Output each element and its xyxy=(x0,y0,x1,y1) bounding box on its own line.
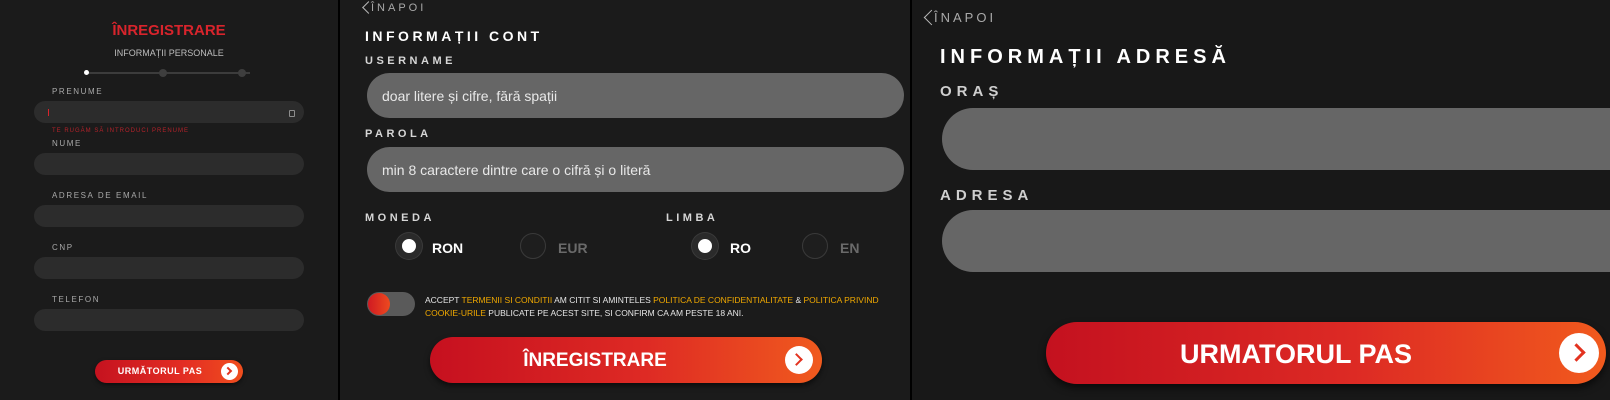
first-name-label: PRENUME xyxy=(52,87,104,96)
first-name-input[interactable] xyxy=(34,101,304,123)
cnp-label: CNP xyxy=(52,243,74,252)
password-placeholder: min 8 caractere dintre care o cifră și o… xyxy=(382,162,651,178)
username-label: USERNAME xyxy=(365,55,456,67)
page-title: ÎNREGISTRARE xyxy=(112,22,226,39)
phone-label: TELEFON xyxy=(52,295,101,304)
toggle-knob xyxy=(368,293,390,315)
city-input[interactable] xyxy=(942,108,1610,170)
step-indicator-1 xyxy=(84,70,89,75)
text-caret xyxy=(48,109,49,116)
terms-text: ACCEPT TERMENII SI CONDITII AM CITIT SI … xyxy=(425,295,879,318)
back-link[interactable]: ÎNAPOI xyxy=(371,2,426,14)
personal-info-panel: ÎNREGISTRARE INFORMAȚII PERSONALE PRENUM… xyxy=(0,0,338,400)
clear-field-icon[interactable] xyxy=(289,110,295,117)
next-step-button-label: URMATORUL PAS xyxy=(1179,339,1412,369)
username-input[interactable]: doar litere și cifre, fără spații xyxy=(367,73,904,118)
register-button-label: ÎNREGISTRARE xyxy=(523,350,667,371)
next-arrow-icon xyxy=(221,363,238,380)
step-indicator-2 xyxy=(159,69,167,77)
password-label: PAROLA xyxy=(365,128,432,140)
next-step-button[interactable]: URMATORUL PAS xyxy=(1046,322,1606,384)
currency-option-ron[interactable]: RON xyxy=(432,240,463,256)
language-option-ro[interactable]: RO xyxy=(730,240,751,256)
account-info-panel: ÎNAPOI INFORMAȚII CONT USERNAME doar lit… xyxy=(340,0,910,400)
language-option-en[interactable]: EN xyxy=(840,240,859,256)
step-progress-track xyxy=(88,72,250,74)
terms-toggle[interactable] xyxy=(367,292,415,316)
register-button[interactable]: ÎNREGISTRARE xyxy=(430,337,822,383)
first-name-error: TE RUGĂM SĂ INTRODUCI PRENUME xyxy=(52,128,190,134)
next-step-button-label: URMĂTORUL PAS xyxy=(117,366,203,376)
cnp-input[interactable] xyxy=(34,257,304,279)
next-arrow-icon xyxy=(785,346,813,374)
address-input[interactable] xyxy=(942,210,1610,272)
language-radio-en[interactable] xyxy=(802,233,828,259)
email-input[interactable] xyxy=(34,205,304,227)
terms-link[interactable]: TERMENII SI CONDITII xyxy=(462,295,553,305)
next-step-button[interactable]: URMĂTORUL PAS xyxy=(95,360,243,383)
privacy-policy-link[interactable]: POLITICA DE CONFIDENTIALITATE xyxy=(653,295,793,305)
phone-input[interactable] xyxy=(34,309,304,331)
currency-radio-ron[interactable] xyxy=(396,233,422,259)
back-link[interactable]: ÎNAPOI xyxy=(934,10,996,25)
currency-option-eur[interactable]: EUR xyxy=(558,240,588,256)
username-placeholder: doar litere și cifre, fără spații xyxy=(382,88,558,104)
section-heading: INFORMAȚII CONT xyxy=(365,28,543,44)
step-subtitle: INFORMAȚII PERSONALE xyxy=(114,48,224,58)
address-info-panel: ÎNAPOI INFORMAȚII ADRESĂ ORAȘ ADRESA URM… xyxy=(912,0,1610,400)
city-label: ORAȘ xyxy=(940,83,1004,100)
language-label: LIMBA xyxy=(666,212,719,224)
next-arrow-icon xyxy=(1559,333,1599,373)
currency-radio-eur[interactable] xyxy=(520,233,546,259)
email-label: ADRESA DE EMAIL xyxy=(52,191,149,200)
step-indicator-3 xyxy=(238,69,246,77)
currency-label: MONEDA xyxy=(365,212,435,224)
password-input[interactable]: min 8 caractere dintre care o cifră și o… xyxy=(367,147,904,192)
language-radio-ro[interactable] xyxy=(692,233,718,259)
address-label: ADRESA xyxy=(940,187,1034,204)
last-name-label: NUME xyxy=(52,139,82,148)
section-heading: INFORMAȚII ADRESĂ xyxy=(940,46,1231,68)
last-name-input[interactable] xyxy=(34,153,304,175)
